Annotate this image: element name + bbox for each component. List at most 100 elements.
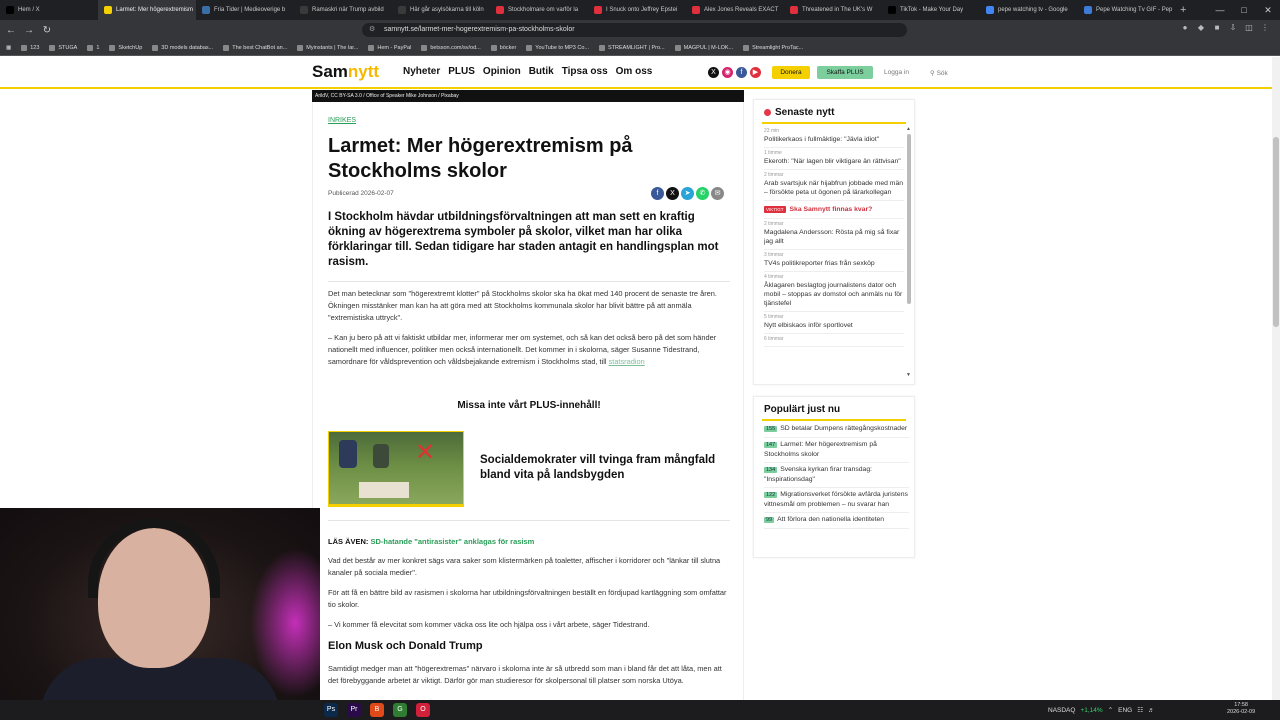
taskbar-app-icon[interactable]: O bbox=[416, 703, 430, 717]
popular-item[interactable]: 155 SD betalar Dumpens rättegångskostnade… bbox=[764, 422, 909, 438]
taskbar-app-icon[interactable]: Ps bbox=[324, 703, 338, 717]
promo-image[interactable]: ✕ bbox=[328, 431, 464, 507]
wifi-icon[interactable]: ☷ bbox=[1137, 706, 1143, 714]
popular-item[interactable]: 147 Larmet: Mer högerextremism på Stockho… bbox=[764, 438, 909, 463]
plus-promo[interactable]: ✕ Socialdemokrater vill tvinga fram mång… bbox=[328, 431, 732, 511]
browser-tab[interactable]: Ramaskri när Trump avbild bbox=[294, 0, 392, 20]
volume-icon[interactable]: ♬ bbox=[1148, 707, 1155, 714]
browser-tab[interactable]: Fria Tider | Medieoverige b bbox=[196, 0, 294, 20]
bookmark-item[interactable]: STREAMLIGHT | Pro... bbox=[599, 44, 665, 51]
youtube-icon[interactable]: ▶ bbox=[750, 67, 761, 78]
browser-tab[interactable]: Här går asylsökarna till köln bbox=[392, 0, 490, 20]
popular-item[interactable]: 134 Svenska kyrkan firar transdag: "Inspi… bbox=[764, 463, 909, 488]
extension-icon[interactable]: ■ bbox=[1212, 23, 1222, 35]
menu-item-plus[interactable]: PLUS bbox=[448, 66, 475, 77]
popular-item[interactable]: 122 Migrationsverket försökte avfärda jur… bbox=[764, 488, 909, 513]
read-also-link[interactable]: SD-hatande "antirasister" anklagas för r… bbox=[371, 537, 535, 546]
bookmark-item[interactable]: Hem - PayPal bbox=[368, 44, 411, 51]
browser-tab[interactable]: Larmet: Mer högerextremism✕ bbox=[98, 0, 196, 20]
address-bar[interactable]: ⚙ samnytt.se/larmet-mer-hogerextremism-p… bbox=[362, 23, 907, 37]
apps-icon[interactable]: ▦ bbox=[6, 45, 11, 51]
extension-icon[interactable]: ◆ bbox=[1196, 23, 1206, 35]
bookmark-item[interactable]: The best ChatBot an... bbox=[223, 44, 287, 51]
news-item[interactable]: 2 timmar Magdalena Andersson: Rösta på mi… bbox=[764, 219, 904, 250]
news-item[interactable]: VIKTIGT Ska Samnytt finnas kvar? bbox=[764, 201, 904, 219]
forward-icon[interactable]: → bbox=[22, 25, 36, 36]
statsradion-link[interactable]: statsradion bbox=[609, 357, 645, 366]
share-whatsapp-icon[interactable]: ✆ bbox=[696, 187, 709, 200]
bookmark-item[interactable]: böcker bbox=[490, 44, 516, 51]
download-icon[interactable]: ⇩ bbox=[1228, 23, 1238, 35]
bookmark-item[interactable]: STUGA bbox=[49, 44, 77, 51]
browser-tab[interactable]: Pepe Watching Tv GIF - Pep bbox=[1078, 0, 1176, 20]
menu-item-butik[interactable]: Butik bbox=[529, 66, 554, 77]
facebook-icon[interactable]: f bbox=[736, 67, 747, 78]
donate-button[interactable]: Donera bbox=[772, 66, 810, 79]
samnytt-logo[interactable]: Samnytt bbox=[312, 62, 379, 82]
maximize-icon[interactable]: □ bbox=[1232, 0, 1256, 20]
bookmark-item[interactable]: Myinstants | The lar... bbox=[297, 44, 358, 51]
search-button[interactable]: ⚲ Sök bbox=[930, 69, 948, 77]
bookmark-item[interactable]: Streamlight ProTac... bbox=[743, 44, 803, 51]
new-tab-button[interactable]: + bbox=[1180, 4, 1186, 16]
browser-tab[interactable]: Hem / X bbox=[0, 0, 98, 20]
scrollbar-thumb[interactable] bbox=[1273, 137, 1279, 327]
scroll-up-icon[interactable]: ▲ bbox=[906, 126, 911, 132]
bookmark-item[interactable]: MAGPUL | M-LOK... bbox=[674, 44, 733, 51]
share-facebook-icon[interactable]: f bbox=[651, 187, 664, 200]
login-link[interactable]: Logga in bbox=[884, 69, 909, 76]
menu-item-tipsa-oss[interactable]: Tipsa oss bbox=[562, 66, 608, 77]
news-item[interactable]: 2 timmar Arab svartsjuk när hijabfrun job… bbox=[764, 170, 904, 201]
category-link[interactable]: INRIKES bbox=[328, 117, 356, 124]
bookmark-item[interactable]: 3D models databas... bbox=[152, 44, 213, 51]
bookmark-item[interactable]: betsson.com/sv/od... bbox=[421, 44, 481, 51]
bookmark-item[interactable]: 123 bbox=[21, 44, 39, 51]
page-scrollbar[interactable] bbox=[1272, 57, 1280, 700]
reload-icon[interactable]: ↻ bbox=[40, 25, 54, 36]
back-icon[interactable]: ← bbox=[4, 25, 18, 36]
stock-label[interactable]: NASDAQ bbox=[1048, 707, 1075, 714]
menu-item-om-oss[interactable]: Om oss bbox=[616, 66, 653, 77]
news-item[interactable]: 6 timmar bbox=[764, 334, 904, 347]
bookmark-item[interactable]: 1 bbox=[87, 44, 99, 51]
x-icon[interactable]: X bbox=[708, 67, 719, 78]
share-telegram-icon[interactable]: ➤ bbox=[681, 187, 694, 200]
lang-indicator[interactable]: ENG bbox=[1118, 707, 1132, 714]
news-item[interactable]: 3 timmar TV4s politikreporter frias från … bbox=[764, 250, 904, 272]
browser-tab[interactable]: Stockholmare om varför la bbox=[490, 0, 588, 20]
browser-tab[interactable]: I Snuck onto Jeffrey Epstei bbox=[588, 0, 686, 20]
get-plus-button[interactable]: Skaffa PLUS bbox=[817, 66, 873, 79]
taskbar-app-icon[interactable]: Pr bbox=[347, 703, 361, 717]
instagram-icon[interactable]: ◉ bbox=[722, 67, 733, 78]
taskbar-app-icon[interactable]: G bbox=[393, 703, 407, 717]
browser-tab[interactable]: Alex Jones Reveals EXACT bbox=[686, 0, 784, 20]
latest-news-list[interactable]: 23 min Politikerkaos i fullmäktige: "Jävl… bbox=[764, 126, 904, 378]
news-item[interactable]: 23 min Politikerkaos i fullmäktige: "Jävl… bbox=[764, 126, 904, 148]
share-x-icon[interactable]: X bbox=[666, 187, 679, 200]
tray-arrow-icon[interactable]: ⌃ bbox=[1108, 706, 1113, 714]
promo-title[interactable]: Socialdemokrater vill tvinga fram mångfa… bbox=[480, 453, 730, 483]
main-menu: Nyheter PLUS Opinion Butik Tipsa oss Om … bbox=[403, 66, 652, 77]
news-item[interactable]: 1 timme Ekeroth: "När lagen blir viktigar… bbox=[764, 148, 904, 170]
popular-item[interactable]: 99 Att förlora den nationella identiteten bbox=[764, 513, 909, 529]
site-info-icon[interactable]: ⚙ bbox=[369, 23, 375, 37]
browser-tab[interactable]: pepe watching tv - Google bbox=[980, 0, 1078, 20]
clock[interactable]: 17:58 2026-02-09 bbox=[1227, 702, 1255, 716]
latest-news-scrollbar[interactable]: ▲ ▼ bbox=[906, 126, 912, 378]
menu-item-nyheter[interactable]: Nyheter bbox=[403, 66, 440, 77]
close-window-icon[interactable]: ✕ bbox=[1256, 0, 1280, 20]
share-email-icon[interactable]: ✉ bbox=[711, 187, 724, 200]
extension-icon[interactable]: ● bbox=[1180, 23, 1190, 35]
taskbar-app-icon[interactable]: B bbox=[370, 703, 384, 717]
menu-item-opinion[interactable]: Opinion bbox=[483, 66, 521, 77]
browser-tab[interactable]: TikTok - Make Your Day bbox=[882, 0, 980, 20]
news-item[interactable]: 5 timmar Nytt elbiskaos inför sportlovet bbox=[764, 312, 904, 334]
minimize-icon[interactable]: — bbox=[1208, 0, 1232, 20]
scroll-down-icon[interactable]: ▼ bbox=[906, 372, 911, 378]
sidebar-icon[interactable]: ◫ bbox=[1244, 23, 1254, 35]
bookmark-item[interactable]: YouTube to MP3 Co... bbox=[526, 44, 589, 51]
menu-icon[interactable]: ⋮ bbox=[1260, 23, 1270, 35]
bookmark-item[interactable]: SketchUp bbox=[109, 44, 142, 51]
news-item[interactable]: 4 timmar Åklagaren beslagtog journalisten… bbox=[764, 272, 904, 312]
browser-tab[interactable]: Threatened in The UK's W bbox=[784, 0, 882, 20]
